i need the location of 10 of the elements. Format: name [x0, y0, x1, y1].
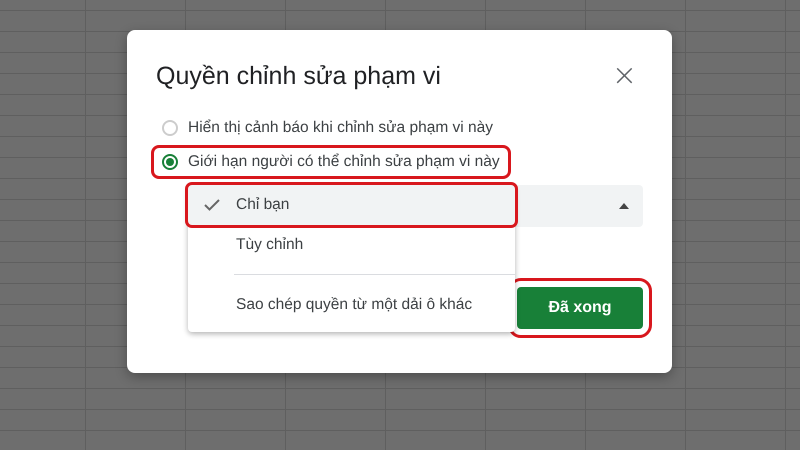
radio-option[interactable]: Hiển thị cảnh báo khi chỉnh sửa phạm vi này: [154, 114, 502, 142]
radio-option[interactable]: Giới hạn người có thể chỉnh sửa phạm vi này: [154, 148, 508, 176]
dialog-title: Quyền chỉnh sửa phạm vi: [156, 62, 441, 90]
menu-item[interactable]: Sao chép quyền từ một dải ô khác: [188, 284, 515, 326]
caret-icon: [619, 203, 629, 209]
done-button[interactable]: Đã xong: [517, 287, 643, 329]
menu-item[interactable]: Tùy chỉnh: [188, 225, 515, 265]
menu-item[interactable]: Chỉ bạn: [188, 185, 515, 225]
check-icon: [204, 199, 220, 211]
close-button[interactable]: ×: [606, 61, 643, 91]
